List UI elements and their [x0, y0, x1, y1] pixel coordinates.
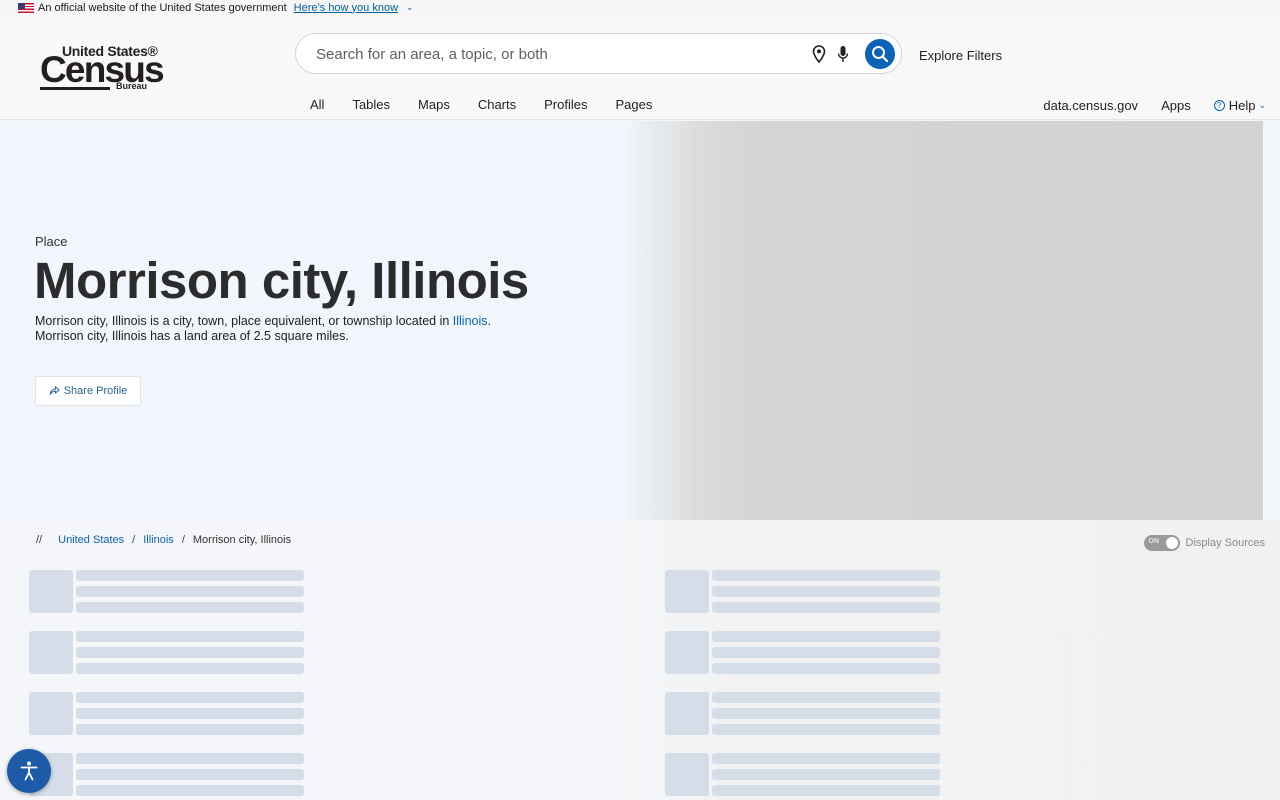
search-input[interactable]: [316, 43, 796, 65]
tab-pages[interactable]: Pages: [615, 97, 652, 112]
tab-tables[interactable]: Tables: [352, 97, 390, 112]
breadcrumb-current: Morrison city, Illinois: [192, 534, 292, 546]
search-icon: [872, 46, 889, 63]
skeleton-column-right: [665, 570, 941, 800]
display-sources-toggle[interactable]: ON Display Sources: [1143, 535, 1265, 551]
breadcrumb-prefix: //: [36, 534, 43, 546]
share-profile-label: Share Profile: [63, 385, 128, 397]
skeleton-row: [29, 692, 305, 737]
tab-all[interactable]: All: [310, 97, 324, 112]
accessibility-button[interactable]: [7, 749, 51, 793]
display-sources-label: Display Sources: [1185, 537, 1265, 549]
help-menu[interactable]: ? Help ⌄: [1213, 98, 1266, 113]
toggle-knob: [1165, 537, 1178, 549]
logo-bureau-text: Bureau: [116, 81, 148, 91]
profile-content: // United States / Illinois / Morrison c…: [0, 520, 1280, 800]
skeleton-row: [29, 570, 305, 615]
skeleton-row: [665, 631, 941, 676]
share-icon: [49, 386, 60, 395]
gov-banner: An official website of the United States…: [0, 0, 1280, 15]
help-label: Help: [1228, 98, 1256, 113]
search-type-tabs: All Tables Maps Charts Profiles Pages: [310, 97, 680, 112]
data-census-gov-link[interactable]: data.census.gov: [1043, 98, 1138, 113]
gov-banner-text: An official website of the United States…: [38, 1, 287, 14]
search-button[interactable]: [865, 39, 895, 69]
accessibility-icon: [20, 761, 38, 781]
tab-charts[interactable]: Charts: [478, 97, 516, 112]
help-icon: ?: [1213, 100, 1225, 111]
header-right-links: data.census.gov Apps ? Help ⌄: [1020, 98, 1266, 113]
census-logo[interactable]: United States® Census Bureau: [40, 43, 165, 93]
page-title: Morrison city, Illinois: [34, 252, 529, 309]
tab-profiles[interactable]: Profiles: [544, 97, 587, 112]
map-placeholder: [625, 121, 1263, 520]
breadcrumb-united-states[interactable]: United States: [58, 534, 124, 546]
location-pin-icon[interactable]: [812, 45, 826, 63]
toggle-switch[interactable]: ON: [1143, 535, 1180, 551]
profile-hero: Place Morrison city, Illinois Morrison c…: [0, 121, 1280, 520]
skeleton-row: [665, 692, 941, 737]
geography-type: Place: [35, 234, 68, 249]
description-text: Morrison city, Illinois is a city, town,…: [35, 314, 453, 328]
toggle-state: ON: [1148, 538, 1160, 545]
skeleton-row: [665, 753, 941, 798]
breadcrumb: // United States / Illinois / Morrison c…: [36, 534, 292, 546]
skeleton-column-left: [29, 570, 305, 800]
microphone-icon[interactable]: [837, 45, 849, 63]
skeleton-row: [29, 753, 305, 798]
skeleton-row: [29, 631, 305, 676]
search-box[interactable]: [295, 33, 902, 74]
illinois-link[interactable]: Illinois: [453, 314, 488, 328]
heres-how-you-know-link[interactable]: Here’s how you know: [294, 2, 398, 14]
tab-maps[interactable]: Maps: [418, 97, 450, 112]
chevron-down-icon[interactable]: ⌄: [406, 2, 414, 13]
profile-description: Morrison city, Illinois is a city, town,…: [35, 314, 575, 344]
land-area-text: Morrison city, Illinois has a land area …: [35, 329, 349, 343]
description-period: .: [487, 314, 492, 328]
skeleton-row: [665, 570, 941, 615]
apps-link[interactable]: Apps: [1161, 98, 1191, 113]
chevron-down-icon: ⌄: [1258, 100, 1266, 110]
share-profile-button[interactable]: Share Profile: [35, 376, 141, 406]
explore-filters-link[interactable]: Explore Filters: [919, 48, 1002, 63]
site-header: United States® Census Bureau Explore Fil…: [0, 15, 1280, 120]
us-flag-icon: [18, 2, 34, 13]
logo-bar: [40, 87, 110, 90]
breadcrumb-illinois[interactable]: Illinois: [143, 534, 174, 546]
